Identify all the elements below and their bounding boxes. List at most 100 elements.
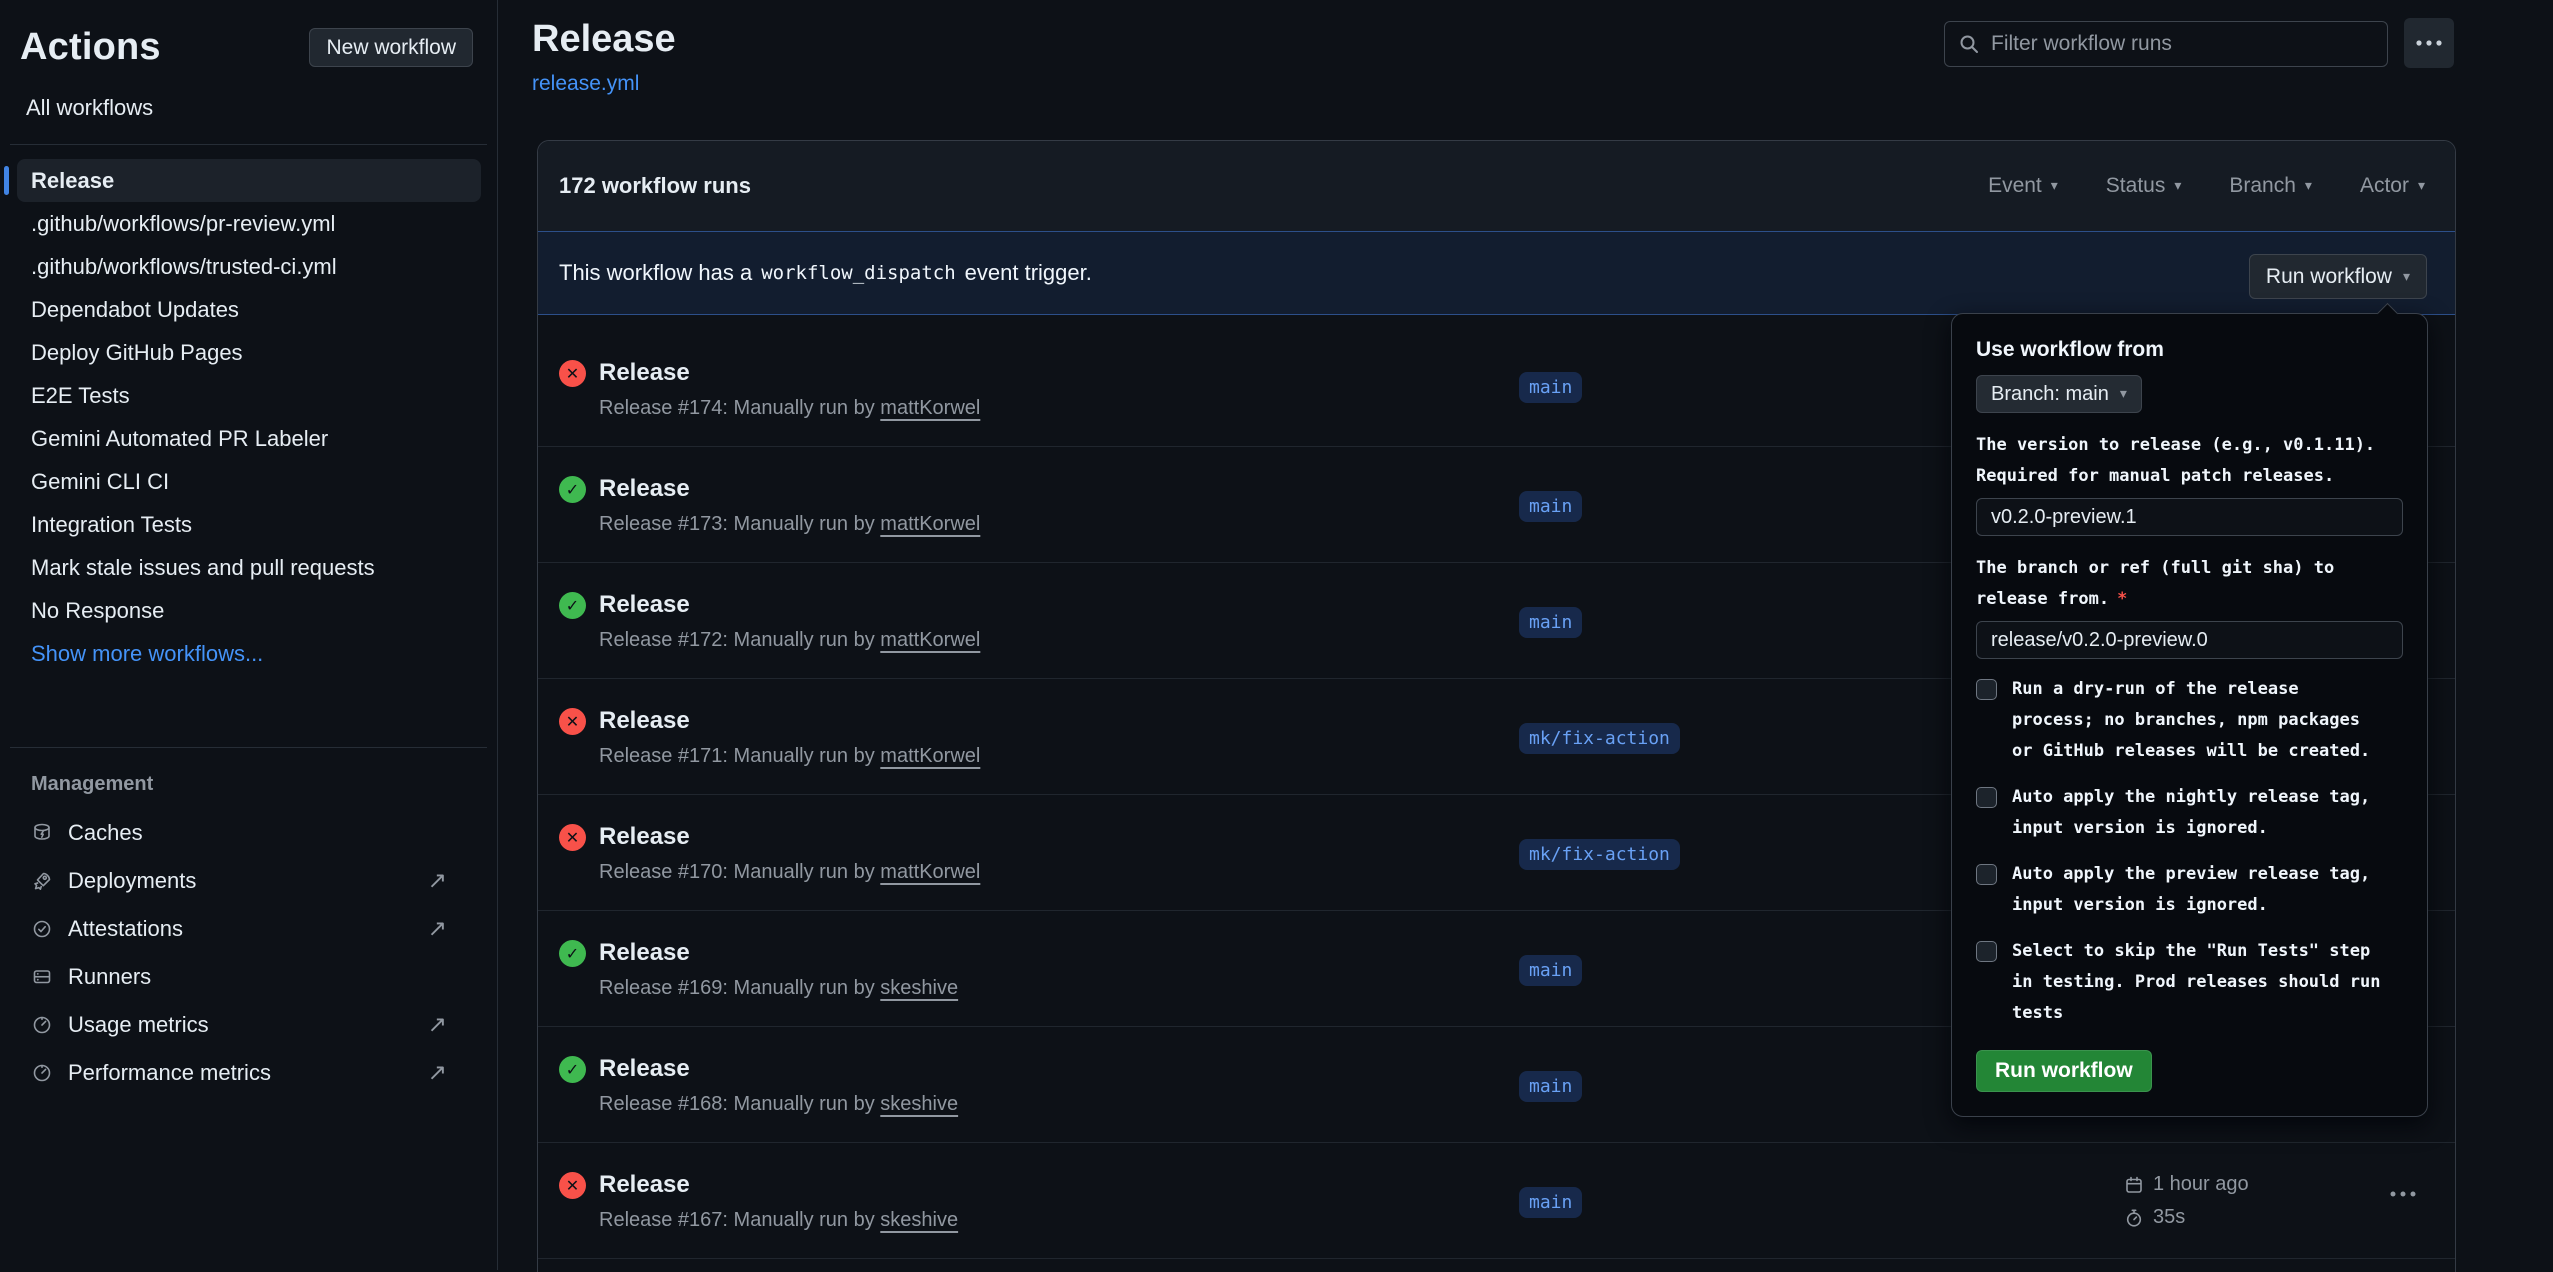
workflow-item-label: Gemini CLI CI [31, 469, 169, 495]
management-item[interactable]: Performance metrics ↗ [16, 1049, 481, 1097]
actor-link[interactable]: mattKorwel [880, 513, 980, 535]
run-title-link[interactable]: Release [599, 707, 690, 735]
filter-dropdown[interactable]: Event ▾ [1988, 174, 2058, 198]
checkbox[interactable] [1976, 941, 1997, 962]
actor-link[interactable]: skeshive [880, 977, 958, 999]
run-status-icon [559, 476, 586, 503]
management-item-label: Deployments [68, 868, 196, 894]
sidebar-divider [10, 144, 487, 145]
run-duration: 35s [2153, 1206, 2185, 1229]
run-status-icon [559, 824, 586, 851]
stopwatch-icon [2124, 1208, 2144, 1228]
banner-code: workflow_dispatch [761, 262, 955, 284]
panel-checkbox-row: Run a dry-run of the release process; no… [1976, 674, 2403, 767]
branch-chip[interactable]: main [1519, 955, 1582, 986]
sidebar-workflow-item[interactable]: Mark stale issues and pull requests [17, 546, 481, 589]
sidebar-workflow-item[interactable]: E2E Tests [17, 374, 481, 417]
filter-label: Event [1988, 174, 2042, 198]
workflow-item-label: No Response [31, 598, 164, 624]
sidebar-workflow-item[interactable]: Integration Tests [17, 503, 481, 546]
sidebar-workflow-item[interactable]: .github/workflows/trusted-ci.yml [17, 245, 481, 288]
run-workflow-dropdown-button[interactable]: Run workflow▾ [2249, 254, 2427, 299]
run-title-link[interactable]: Release [599, 823, 690, 851]
checkbox-label: Auto apply the preview release tag, inpu… [2012, 859, 2370, 921]
chevron-down-icon: ▾ [2120, 386, 2127, 402]
run-status-icon [559, 1172, 586, 1199]
branch-selector-button[interactable]: Branch: main▾ [1976, 375, 2142, 413]
actor-link[interactable]: mattKorwel [880, 861, 980, 883]
management-divider [10, 747, 487, 748]
page-kebab-menu-button[interactable] [2404, 18, 2454, 68]
run-title-link[interactable]: Release [599, 1055, 690, 1083]
run-status-icon [559, 1056, 586, 1083]
sidebar-workflow-item[interactable]: Deploy GitHub Pages [17, 331, 481, 374]
rocket-icon [31, 870, 53, 892]
filter-dropdown[interactable]: Actor ▾ [2360, 174, 2425, 198]
management-item[interactable]: Deployments ↗ [16, 857, 481, 905]
calendar-icon [2124, 1175, 2144, 1195]
panel-field: The branch or ref (full git sha) to rele… [1976, 553, 2403, 659]
actor-link[interactable]: skeshive [880, 1209, 958, 1231]
actor-link[interactable]: mattKorwel [880, 397, 980, 419]
panel-field: The version to release (e.g., v0.1.11). … [1976, 430, 2403, 536]
sidebar-workflow-item[interactable]: Release [17, 159, 481, 202]
panel-field-input[interactable] [1976, 498, 2403, 536]
panel-checkboxes: Run a dry-run of the release process; no… [1976, 674, 2403, 1029]
run-title-link[interactable]: Release [599, 591, 690, 619]
sidebar-workflow-item[interactable]: Dependabot Updates [17, 288, 481, 331]
panel-checkbox-row: Select to skip the "Run Tests" step in t… [1976, 936, 2403, 1029]
sidebar-workflow-item[interactable]: No Response [17, 589, 481, 632]
workflow-item-label: Gemini Automated PR Labeler [31, 426, 328, 452]
workflow-file-link[interactable]: release.yml [532, 72, 639, 96]
branch-chip[interactable]: main [1519, 607, 1582, 638]
branch-chip[interactable]: main [1519, 372, 1582, 403]
panel-field-input[interactable] [1976, 621, 2403, 659]
new-workflow-button[interactable]: New workflow [309, 28, 473, 67]
management-item[interactable]: Usage metrics ↗ [16, 1001, 481, 1049]
chevron-down-icon: ▾ [2174, 178, 2181, 194]
workflow-item-label: Dependabot Updates [31, 297, 239, 323]
filter-workflow-runs-field [1944, 21, 2388, 67]
sidebar-workflow-item[interactable]: Gemini CLI CI [17, 460, 481, 503]
checkbox[interactable] [1976, 679, 1997, 700]
branch-chip[interactable]: mk/fix-action [1519, 723, 1680, 754]
run-time-info: 1 hour ago 35s [2124, 1173, 2249, 1229]
chevron-down-icon: ▾ [2305, 178, 2312, 194]
banner-text-prefix: This workflow has a [559, 260, 752, 286]
branch-chip[interactable]: mk/fix-action [1519, 839, 1680, 870]
branch-chip[interactable]: main [1519, 1071, 1582, 1102]
sidebar-workflow-item[interactable]: .github/workflows/pr-review.yml [17, 202, 481, 245]
run-title-link[interactable]: Release [599, 1171, 690, 1199]
sidebar-item-all-workflows[interactable]: All workflows [26, 95, 153, 121]
filter-dropdown[interactable]: Branch ▾ [2229, 174, 2312, 198]
actor-link[interactable]: mattKorwel [880, 629, 980, 651]
run-title-link[interactable]: Release [599, 939, 690, 967]
management-item[interactable]: Caches [16, 809, 481, 857]
sidebar-workflow-item[interactable]: Gemini Automated PR Labeler [17, 417, 481, 460]
external-link-icon: ↗ [428, 868, 447, 894]
panel-run-workflow-button[interactable]: Run workflow [1976, 1050, 2152, 1092]
run-title-link[interactable]: Release [599, 359, 690, 387]
checkbox-label: Auto apply the nightly release tag, inpu… [2012, 782, 2370, 844]
branch-chip[interactable]: main [1519, 1187, 1582, 1218]
runs-list-header: 172 workflow runs Event ▾ Status ▾ Branc… [538, 141, 2455, 231]
management-item[interactable]: Runners [16, 953, 481, 1001]
branch-chip[interactable]: main [1519, 491, 1582, 522]
management-item-label: Usage metrics [68, 1012, 209, 1038]
filter-workflow-runs-input[interactable] [1991, 32, 2374, 56]
management-item-label: Runners [68, 964, 151, 990]
external-link-icon: ↗ [428, 916, 447, 942]
run-kebab-menu[interactable] [2390, 1191, 2416, 1197]
run-title-link[interactable]: Release [599, 475, 690, 503]
management-item[interactable]: Attestations ↗ [16, 905, 481, 953]
checkbox[interactable] [1976, 864, 1997, 885]
workflow-run-row[interactable]: Release Release #167: Manually run by sk… [538, 1143, 2455, 1259]
checkbox[interactable] [1976, 787, 1997, 808]
show-more-workflows-link[interactable]: Show more workflows... [17, 632, 481, 675]
cache-icon [31, 822, 53, 844]
filter-dropdown[interactable]: Status ▾ [2106, 174, 2182, 198]
search-icon [1958, 33, 1980, 55]
actor-link[interactable]: mattKorwel [880, 745, 980, 767]
actor-link[interactable]: skeshive [880, 1093, 958, 1115]
external-link-icon: ↗ [428, 1012, 447, 1038]
